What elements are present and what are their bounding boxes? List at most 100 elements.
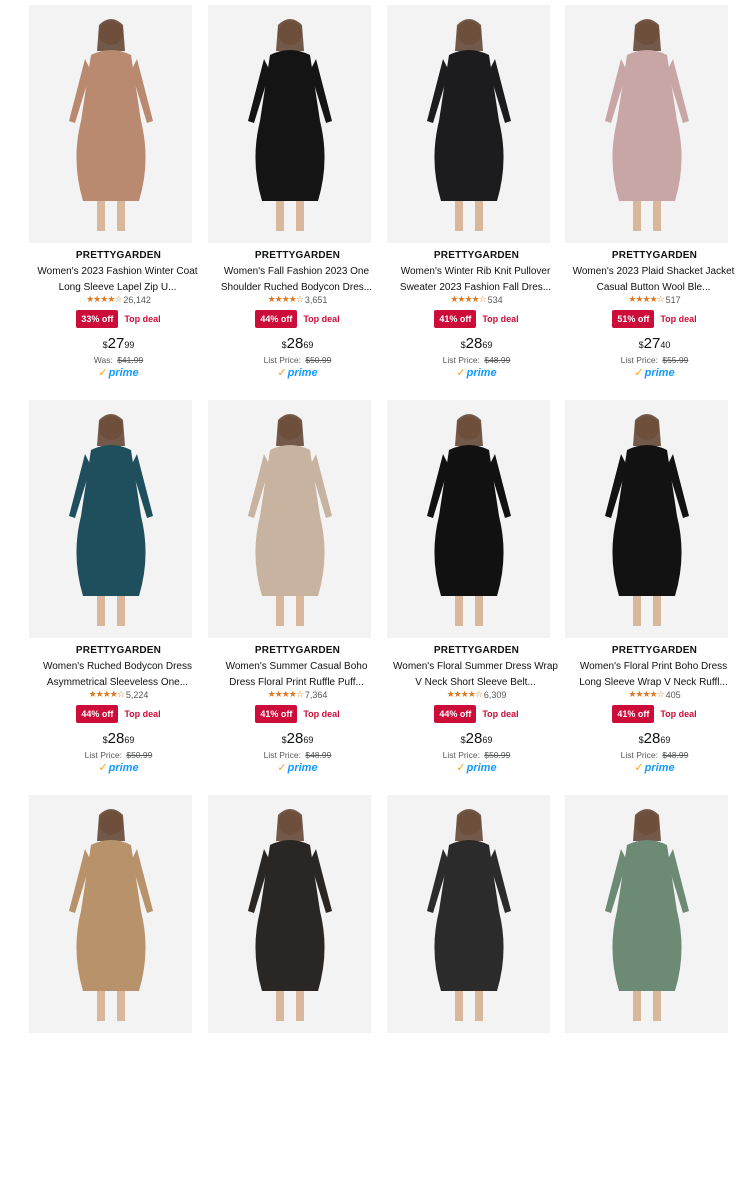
list-price: $48.99: [662, 750, 689, 760]
product-title-link[interactable]: Women's Summer Casual Boho Dress Floral …: [214, 659, 379, 691]
list-price: $48.99: [484, 355, 511, 365]
product-rating[interactable]: ★★★★☆ 5,224: [29, 689, 208, 700]
price-whole: 28: [286, 335, 304, 352]
prime-label: prime: [287, 366, 318, 379]
product-title-link[interactable]: Women's Fall Fashion 2023 One Shoulder R…: [214, 264, 379, 296]
product-title-link[interactable]: Women's 2023 Fashion Winter Coat Long Sl…: [35, 264, 200, 296]
product-image[interactable]: [208, 795, 371, 1033]
discount-badge: 33% off: [76, 310, 119, 328]
product-card[interactable]: PRETTYGARDEN Women's 2023 Plaid Shacket …: [565, 5, 744, 395]
prime-check-icon: ✓: [277, 367, 287, 379]
prime-check-icon: ✓: [98, 762, 108, 774]
product-card[interactable]: PRETTYGARDEN Women's Floral Print Boho D…: [565, 400, 744, 790]
product-card[interactable]: [29, 795, 208, 1185]
product-rating[interactable]: ★★★★☆ 517: [565, 294, 744, 305]
product-price[interactable]: $2740: [565, 335, 744, 353]
product-price[interactable]: $2869: [29, 730, 208, 748]
deal-label: Top deal: [482, 314, 519, 324]
review-count: 3,651: [304, 294, 328, 305]
prime-badge: ✓ prime: [387, 366, 566, 380]
price-symbol: $: [102, 735, 108, 745]
product-image[interactable]: [29, 795, 192, 1033]
boho-floral-dress-icon: [247, 414, 332, 626]
prime-label: prime: [108, 761, 139, 774]
price-cents: 69: [482, 735, 493, 745]
price-symbol: $: [460, 735, 466, 745]
prime-badge: ✓ prime: [565, 761, 744, 775]
product-card[interactable]: [565, 795, 744, 1185]
product-image[interactable]: [29, 5, 192, 243]
star-rating-icon: ★★★★☆: [628, 689, 664, 699]
product-rating[interactable]: ★★★★☆ 405: [565, 689, 744, 700]
product-card[interactable]: PRETTYGARDEN Women's Fall Fashion 2023 O…: [208, 5, 387, 395]
product-image[interactable]: [565, 795, 728, 1033]
product-image[interactable]: [387, 795, 550, 1033]
list-price-label: List Price:: [442, 750, 480, 760]
product-card[interactable]: [208, 795, 387, 1185]
list-price-row: Was: $41.99: [29, 355, 208, 365]
review-count: 26,142: [123, 294, 151, 305]
star-rating-icon: ★★★★☆: [267, 294, 304, 304]
price-symbol: $: [460, 340, 466, 350]
black-bodycon-dress-icon: [247, 19, 332, 231]
product-price[interactable]: $2869: [387, 335, 566, 353]
product-brand: PRETTYGARDEN: [75, 645, 162, 656]
star-rating-icon: ★★★★☆: [450, 294, 486, 304]
product-rating[interactable]: ★★★★☆ 3,651: [208, 294, 387, 305]
product-price[interactable]: $2869: [387, 730, 566, 748]
product-image[interactable]: [387, 5, 550, 243]
product-title-link[interactable]: Women's 2023 Plaid Shacket Jacket Casual…: [571, 264, 736, 296]
product-image[interactable]: [565, 5, 728, 243]
discount-badge: 41% off: [255, 705, 298, 723]
product-grid: PRETTYGARDEN Women's 2023 Fashion Winter…: [0, 0, 744, 1033]
price-cents: 69: [303, 735, 314, 745]
star-rating-icon: ★★★★☆: [267, 689, 304, 699]
product-card[interactable]: PRETTYGARDEN Women's 2023 Fashion Winter…: [29, 5, 208, 395]
product-brand: PRETTYGARDEN: [433, 250, 520, 261]
knit-sweater-dress-icon: [426, 19, 511, 231]
prime-badge: ✓ prime: [208, 366, 387, 380]
product-card[interactable]: [387, 795, 566, 1185]
product-image[interactable]: [387, 400, 550, 638]
review-count: 6,309: [483, 689, 507, 700]
list-price-row: List Price: $50.99: [29, 750, 208, 760]
deal-row: 51% off Top deal: [565, 310, 744, 328]
product-price[interactable]: $2869: [565, 730, 744, 748]
review-count: 405: [665, 689, 681, 700]
deal-label: Top deal: [124, 709, 161, 719]
price-symbol: $: [638, 340, 644, 350]
product-brand: PRETTYGARDEN: [611, 645, 698, 656]
product-rating[interactable]: ★★★★☆ 534: [387, 294, 566, 305]
prime-badge: ✓ prime: [565, 366, 744, 380]
green-jumpsuit-icon: [604, 809, 689, 1021]
product-card[interactable]: PRETTYGARDEN Women's Winter Rib Knit Pul…: [387, 5, 566, 395]
product-card[interactable]: PRETTYGARDEN Women's Ruched Bodycon Dres…: [29, 400, 208, 790]
product-rating[interactable]: ★★★★☆ 6,309: [387, 689, 566, 700]
product-image[interactable]: [29, 400, 192, 638]
leopard-sweater-dress-icon: [68, 809, 153, 1021]
product-title-link[interactable]: Women's Floral Summer Dress Wrap V Neck …: [393, 659, 558, 691]
teal-ruched-dress-icon: [68, 414, 153, 626]
price-whole: 27: [643, 335, 661, 352]
product-title-link[interactable]: Women's Floral Print Boho Dress Long Sle…: [571, 659, 736, 691]
product-title-link[interactable]: Women's Ruched Bodycon Dress Asymmetrica…: [35, 659, 200, 691]
price-symbol: $: [281, 340, 287, 350]
prime-check-icon: ✓: [277, 762, 287, 774]
product-price[interactable]: $2869: [208, 335, 387, 353]
product-brand: PRETTYGARDEN: [254, 645, 341, 656]
product-image[interactable]: [565, 400, 728, 638]
product-price[interactable]: $2799: [29, 335, 208, 353]
product-card[interactable]: PRETTYGARDEN Women's Floral Summer Dress…: [387, 400, 566, 790]
product-image[interactable]: [208, 5, 371, 243]
discount-badge: 41% off: [434, 310, 477, 328]
list-price-row: List Price: $50.99: [208, 355, 387, 365]
price-whole: 28: [465, 335, 483, 352]
product-card[interactable]: PRETTYGARDEN Women's Summer Casual Boho …: [208, 400, 387, 790]
product-price[interactable]: $2869: [208, 730, 387, 748]
list-price-label: List Price:: [263, 355, 301, 365]
product-rating[interactable]: ★★★★☆ 26,142: [29, 294, 208, 305]
product-rating[interactable]: ★★★★☆ 7,364: [208, 689, 387, 700]
product-title-link[interactable]: Women's Winter Rib Knit Pullover Sweater…: [393, 264, 558, 296]
product-image[interactable]: [208, 400, 371, 638]
deal-row: 44% off Top deal: [387, 705, 566, 723]
